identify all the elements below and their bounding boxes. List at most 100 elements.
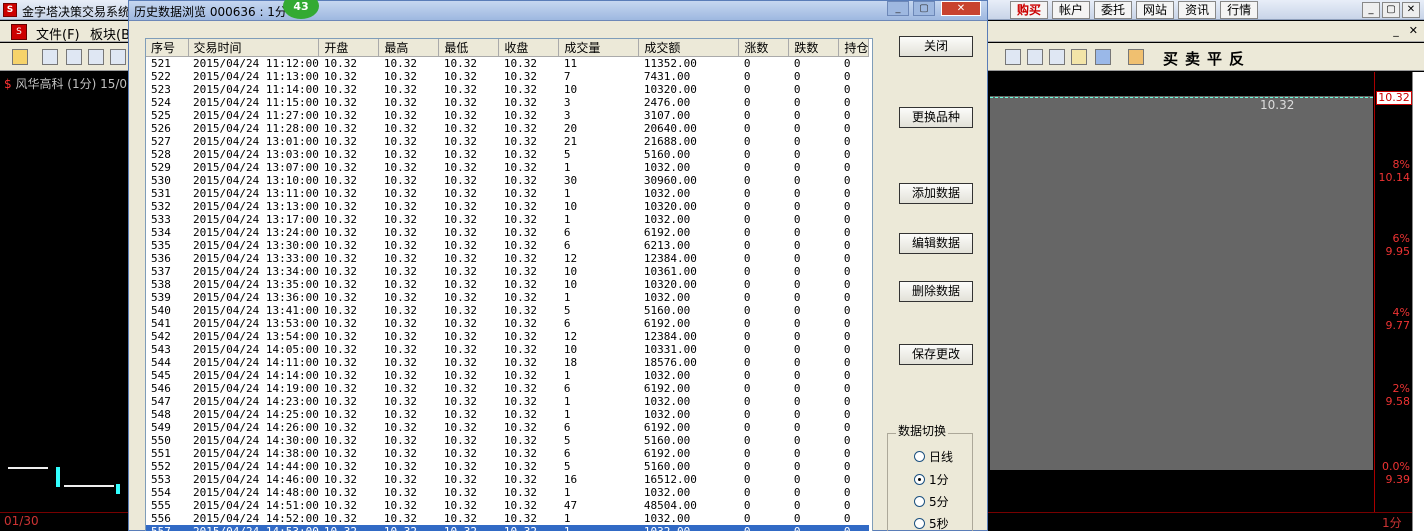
mdi-close-icon[interactable]: ✕ xyxy=(1409,24,1418,37)
column-header[interactable]: 交易时间 xyxy=(188,39,320,57)
table-cell: 20640.00 xyxy=(643,122,697,135)
table-row[interactable]: 541 2015/04/24 13:53:00 10.32 10.32 10.32 10.… xyxy=(146,317,869,330)
table-row[interactable]: 546 2015/04/24 14:19:00 10.32 10.32 10.32 10.… xyxy=(146,382,869,395)
table-row[interactable]: 5572015/04/24 14:53:0010.3210.3210.3210.… xyxy=(146,525,869,531)
edit-data-button[interactable]: 编辑数据 xyxy=(899,233,973,254)
table-row[interactable]: 537 2015/04/24 13:34:00 10.32 10.32 10.32 10.… xyxy=(146,265,869,278)
top-button[interactable]: 网站 xyxy=(1136,1,1175,19)
table-row[interactable]: 542 2015/04/24 13:54:00 10.32 10.32 10.32 10.… xyxy=(146,330,869,343)
table-row[interactable]: 539 2015/04/24 13:36:00 10.32 10.32 10.32 10.… xyxy=(146,291,869,304)
open-folder-icon[interactable] xyxy=(12,49,28,65)
column-header[interactable]: 最低 xyxy=(438,39,500,57)
table-row[interactable]: 540 2015/04/24 13:41:00 10.32 10.32 10.32 10.… xyxy=(146,304,869,317)
table-row[interactable]: 549 2015/04/24 14:26:00 10.32 10.32 10.32 10.… xyxy=(146,421,869,434)
delete-data-button[interactable]: 删除数据 xyxy=(899,281,973,302)
top-button[interactable]: 行情 xyxy=(1220,1,1259,19)
table-row[interactable]: 553 2015/04/24 14:46:00 10.32 10.32 10.32 10.… xyxy=(146,473,869,486)
table-row[interactable]: 528 2015/04/24 13:03:00 10.32 10.32 10.32 10.… xyxy=(146,148,869,161)
window-icon[interactable] xyxy=(88,49,104,65)
table-row[interactable]: 551 2015/04/24 14:38:00 10.32 10.32 10.32 10.… xyxy=(146,447,869,460)
reverse-char-button[interactable]: 反 xyxy=(1229,48,1244,69)
table-row[interactable]: 552 2015/04/24 14:44:00 10.32 10.32 10.32 10.… xyxy=(146,460,869,473)
table-row[interactable]: 525 2015/04/24 11:27:00 10.32 10.32 10.32 10.… xyxy=(146,109,869,122)
radio-1min[interactable]: 1分 xyxy=(914,471,949,488)
table-cell: 0 xyxy=(793,447,801,460)
table-cell: 0 xyxy=(793,317,801,330)
table-row[interactable]: 521 2015/04/24 11:12:00 10.32 10.32 10.32 10.… xyxy=(146,57,869,71)
table-row[interactable]: 548 2015/04/24 14:25:00 10.32 10.32 10.32 10.… xyxy=(146,408,869,421)
table-row[interactable]: 524 2015/04/24 11:15:00 10.32 10.32 10.32 10.… xyxy=(146,96,869,109)
save-changes-button[interactable]: 保存更改 xyxy=(899,344,973,365)
maximize-icon[interactable]: ▢ xyxy=(1382,2,1400,18)
sell-char-button[interactable]: 卖 xyxy=(1185,48,1200,69)
table-row[interactable]: 536 2015/04/24 13:33:00 10.32 10.32 10.32 10.… xyxy=(146,252,869,265)
column-header[interactable]: 持仓 xyxy=(838,39,870,57)
table-row[interactable]: 545 2015/04/24 14:14:00 10.32 10.32 10.32 10.… xyxy=(146,369,869,382)
mdi-minimize-icon[interactable]: _ xyxy=(1393,24,1399,37)
radio-5sec[interactable]: 5秒 xyxy=(914,515,949,531)
layout-icon[interactable] xyxy=(42,49,58,65)
top-button[interactable]: 购买 xyxy=(1010,1,1049,19)
table-row[interactable]: 532 2015/04/24 13:13:00 10.32 10.32 10.32 10.… xyxy=(146,200,869,213)
dialog-close-icon[interactable]: ✕ xyxy=(941,1,981,16)
table-row[interactable]: 533 2015/04/24 13:17:00 10.32 10.32 10.32 10.… xyxy=(146,213,869,226)
table-row[interactable]: 554 2015/04/24 14:48:00 10.32 10.32 10.32 10.… xyxy=(146,486,869,499)
table-row[interactable]: 543 2015/04/24 14:05:00 10.32 10.32 10.32 10.… xyxy=(146,343,869,356)
table-row[interactable]: 535 2015/04/24 13:30:00 10.32 10.32 10.32 10.… xyxy=(146,239,869,252)
column-header[interactable]: 涨数 xyxy=(738,39,790,57)
table-cell: 10.32 xyxy=(383,109,417,122)
column-header[interactable]: 跌数 xyxy=(788,39,840,57)
radio-daily[interactable]: 日线 xyxy=(914,448,953,465)
column-header[interactable]: 最高 xyxy=(378,39,440,57)
table-row[interactable]: 538 2015/04/24 13:35:00 10.32 10.32 10.32 10.… xyxy=(146,278,869,291)
dialog-maximize-icon[interactable]: ▢ xyxy=(913,1,935,16)
table-row[interactable]: 526 2015/04/24 11:28:00 10.32 10.32 10.32 10.… xyxy=(146,122,869,135)
top-button[interactable]: 委托 xyxy=(1094,1,1133,19)
add-data-button[interactable]: 添加数据 xyxy=(899,183,973,204)
table-row[interactable]: 523 2015/04/24 11:14:00 10.32 10.32 10.32 10.… xyxy=(146,83,869,96)
table-cell: 0 xyxy=(843,135,851,148)
top-button[interactable]: 资讯 xyxy=(1178,1,1217,19)
buy-char-button[interactable]: 买 xyxy=(1163,48,1178,69)
table-row[interactable]: 544 2015/04/24 14:11:00 10.32 10.32 10.32 10.… xyxy=(146,356,869,369)
menu-file[interactable]: 文件(F) xyxy=(36,24,80,43)
table-row[interactable]: 534 2015/04/24 13:24:00 10.32 10.32 10.32 10.… xyxy=(146,226,869,239)
note-icon[interactable] xyxy=(1071,49,1087,65)
table-row[interactable]: 555 2015/04/24 14:51:00 10.32 10.32 10.32 10.… xyxy=(146,499,869,512)
draw-tool-icon[interactable] xyxy=(1005,49,1021,65)
table-row[interactable]: 550 2015/04/24 14:30:00 10.32 10.32 10.32 10.… xyxy=(146,434,869,447)
eraser-icon[interactable] xyxy=(1049,49,1065,65)
table-row[interactable]: 529 2015/04/24 13:07:00 10.32 10.32 10.32 10.… xyxy=(146,161,869,174)
column-header[interactable]: 序号 xyxy=(146,39,189,57)
table-row[interactable]: 522 2015/04/24 11:13:00 10.32 10.32 10.32 10.… xyxy=(146,70,869,83)
table-row[interactable]: 531 2015/04/24 13:11:00 10.32 10.32 10.32 10.… xyxy=(146,187,869,200)
close-position-char-button[interactable]: 平 xyxy=(1207,48,1222,69)
chart-plot-area[interactable] xyxy=(990,96,1373,470)
table-cell: 10.32 xyxy=(383,239,417,252)
table-row[interactable]: 530 2015/04/24 13:10:00 10.32 10.32 10.32 10.… xyxy=(146,174,869,187)
close-icon[interactable]: ✕ xyxy=(1402,2,1420,18)
grid-icon[interactable] xyxy=(66,49,82,65)
data-grid[interactable]: 序号 交易时间 开盘 最高 最低 收盘 成交量 成交额 涨数 跌数 持仓 521 2015/04/24… xyxy=(145,38,873,531)
close-button[interactable]: 关闭 xyxy=(899,36,973,57)
table-row[interactable]: 547 2015/04/24 14:23:00 10.32 10.32 10.32 10.… xyxy=(146,395,869,408)
change-symbol-button[interactable]: 更换品种 xyxy=(899,107,973,128)
table-row[interactable]: 527 2015/04/24 13:01:00 10.32 10.32 10.32 10.… xyxy=(146,135,869,148)
table-cell: 6213.00 xyxy=(643,239,691,252)
column-header[interactable]: 开盘 xyxy=(318,39,380,57)
radio-5min[interactable]: 5分 xyxy=(914,493,949,510)
minimize-icon[interactable]: _ xyxy=(1362,2,1380,18)
indicator-icon[interactable] xyxy=(1128,49,1144,65)
erase-icon[interactable] xyxy=(1027,49,1043,65)
table-row[interactable]: 556 2015/04/24 14:52:00 10.32 10.32 10.32 10.… xyxy=(146,512,869,525)
menu-app-icon[interactable]: S xyxy=(11,24,27,40)
table-icon[interactable] xyxy=(1095,49,1111,65)
table-cell: 1 xyxy=(563,486,571,499)
column-header[interactable]: 收盘 xyxy=(498,39,560,57)
notification-badge: 43 xyxy=(283,0,319,19)
top-button[interactable]: 帐户 xyxy=(1052,1,1091,19)
dialog-minimize-icon[interactable]: _ xyxy=(887,1,909,16)
column-header[interactable]: 成交量 xyxy=(558,39,640,57)
chart-icon[interactable] xyxy=(110,49,126,65)
column-header[interactable]: 成交额 xyxy=(638,39,740,57)
